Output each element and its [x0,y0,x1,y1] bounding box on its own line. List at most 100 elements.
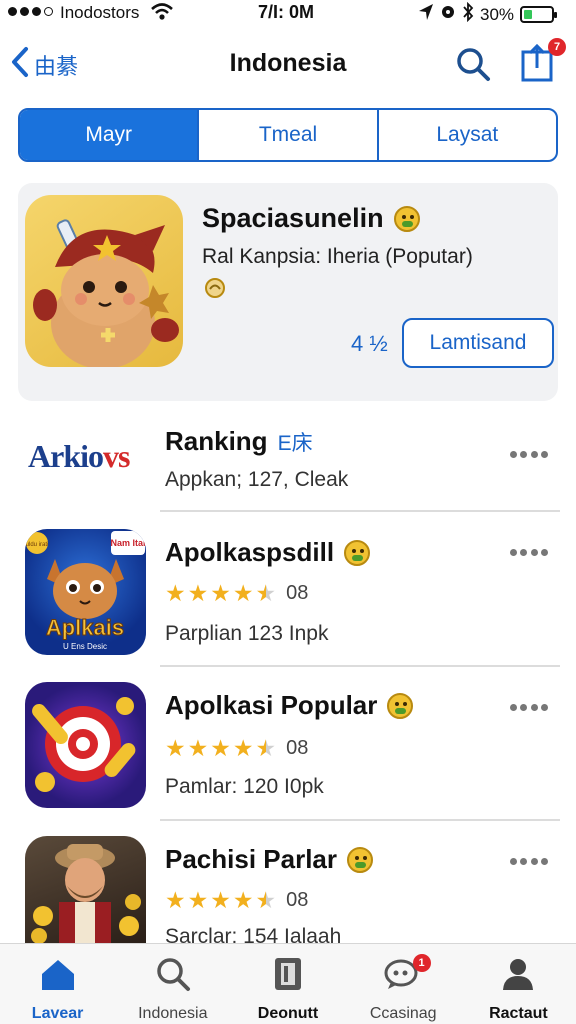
star-rating: ★ ★ ★ ★ ★ 08 [165,582,308,605]
aplkais-icon-caption: U Ens Desic [63,642,107,651]
star-half-icon: ★ [255,580,277,606]
featured-app-card[interactable]: Spaciasunelin Ral Kanpsia: Iheria (Poput… [18,183,558,401]
app-title: Pachisi Parlar [165,844,373,875]
tab-bar: Lavear Indonesia Deonutt 1 Ccasinag Ract… [0,943,576,1024]
featured-app-icon [25,195,183,367]
tab-label: Ractaut [489,1005,548,1022]
search-button[interactable] [455,46,491,87]
star-rating: ★ ★ ★ ★ ★ 08 [165,737,308,760]
list-item-apolkaspsdill[interactable]: Aplkais U Ens Desic Nam Itai uldu irati … [0,527,576,655]
star-full-icon: ★ [210,735,231,761]
tab-indonesia[interactable]: Indonesia [115,944,230,1024]
carrier-label: Inodostors [60,3,140,22]
tab-deonutt[interactable]: Deonutt [230,944,345,1024]
tab-label: Indonesia [138,1005,208,1022]
more-button[interactable] [510,699,548,715]
app-title: Apolkaspsdill [165,537,371,568]
app-title-text: Apolkasi Popular [165,690,378,720]
rating-count: 08 [286,737,309,759]
tab-label: Deonutt [257,1005,319,1022]
home-icon [38,956,78,997]
emoji-icon [347,846,373,873]
notification-badge: 7 [548,38,566,56]
ranking-title-text: Ranking [165,426,268,456]
tab-ccasinag[interactable]: 1 Ccasinag [346,944,461,1024]
app-title-text: Pachisi Parlar [165,844,337,874]
person-icon [500,956,536,997]
star-full-icon: ★ [187,580,209,606]
status-time: 7/I: 0M [258,2,315,22]
star-full-icon: ★ [187,735,209,761]
tab-lavear[interactable]: Lavear [0,944,115,1024]
rating-count: 08 [286,582,309,604]
divider [160,665,560,667]
battery-icon [520,6,558,23]
book-icon [272,956,304,997]
rating-count: 08 [286,889,309,911]
featured-title-text: Spaciasunelin [202,203,384,233]
segment-mayr[interactable]: Mayr [20,110,198,160]
list-item-apolkasi-popular[interactable]: Apolkasi Popular ★ ★ ★ ★ ★ 08 Pamlar: 120 I0p… [0,682,576,810]
emoji-icon [344,539,371,566]
emoji-icon [387,692,414,719]
app-title: Apolkasi Popular [165,690,414,721]
star-full-icon: ★ [232,887,254,913]
tab-label: Ccasinag [369,1005,437,1022]
app-subtitle: Parplian 123 Inpk [165,622,329,645]
divider [160,819,560,821]
ranking-subtitle: Appkan; 127, Cleak [165,468,349,491]
featured-app-title: Spaciasunelin [202,203,420,234]
star-full-icon: ★ [210,580,231,606]
more-button[interactable] [510,853,548,869]
bluetooth-icon [462,1,474,27]
wifi-icon [150,2,174,27]
tab-ractaut[interactable]: Ractaut [461,944,576,1024]
list-item-ranking[interactable]: Arkiovs Ranking E床 Appkan; 127, Cleak [0,410,576,510]
arkiovs-logo: Arkiovs [28,438,130,474]
more-button[interactable] [510,544,548,560]
app-icon-target [25,682,146,808]
ranking-tag: E床 [277,431,313,455]
share-icon [520,43,556,86]
search-icon [455,48,491,86]
notification-badge: 1 [412,954,431,972]
aplkais-icon-corner: uldu irati [26,542,49,548]
segment-tmeal[interactable]: Tmeal [197,110,376,160]
aplkais-icon-text: Aplkais [46,615,124,640]
location-icon [418,3,434,26]
battery-percent: 30% [480,4,515,24]
star-half-icon: ★ [255,735,277,761]
featured-get-button[interactable]: Lamtisand [402,318,554,368]
status-bar: Inodostors 7/I: 0M 30% [0,0,576,26]
alarm-icon [440,3,456,26]
divider [160,510,560,512]
tab-label: Lavear [31,1005,84,1022]
emoji-icon [393,205,420,232]
featured-rating: 4 ½ [351,331,388,356]
navigation-bar: 由綦 Indonesia 7 [0,34,576,96]
app-subtitle: Pamlar: 120 I0pk [165,775,324,798]
search-icon [155,956,191,997]
app-title-text: Apolkaspsdill [165,537,335,567]
star-rating: ★ ★ ★ ★ ★ 08 [165,889,308,912]
app-subtitle: Sarclar: 154 Ialaah [165,925,342,943]
star-full-icon: ★ [165,887,186,913]
star-half-icon: ★ [255,887,277,913]
star-full-icon: ★ [165,580,186,606]
segment-laysat[interactable]: Laysat [376,110,556,160]
star-full-icon: ★ [232,580,254,606]
coin-icon [204,277,226,304]
ranking-title: Ranking E床 [165,426,313,457]
app-icon-pachisi [25,836,146,944]
featured-app-subtitle: Ral Kanpsia: Iheria (Poputar) [202,245,473,268]
app-icon-aplkais: Aplkais U Ens Desic Nam Itai uldu irati [25,529,146,655]
more-button[interactable] [510,446,548,462]
star-full-icon: ★ [187,887,209,913]
segmented-control: Mayr Tmeal Laysat [18,108,558,162]
star-full-icon: ★ [232,735,254,761]
star-full-icon: ★ [165,735,186,761]
signal-icon [8,7,53,16]
star-full-icon: ★ [210,887,231,913]
list-item-pachisi-parlar[interactable]: Pachisi Parlar ★ ★ ★ ★ ★ 08 Sarclar: 154 Iala… [0,836,576,944]
aplkais-icon-badge: Nam Itai [110,538,145,548]
